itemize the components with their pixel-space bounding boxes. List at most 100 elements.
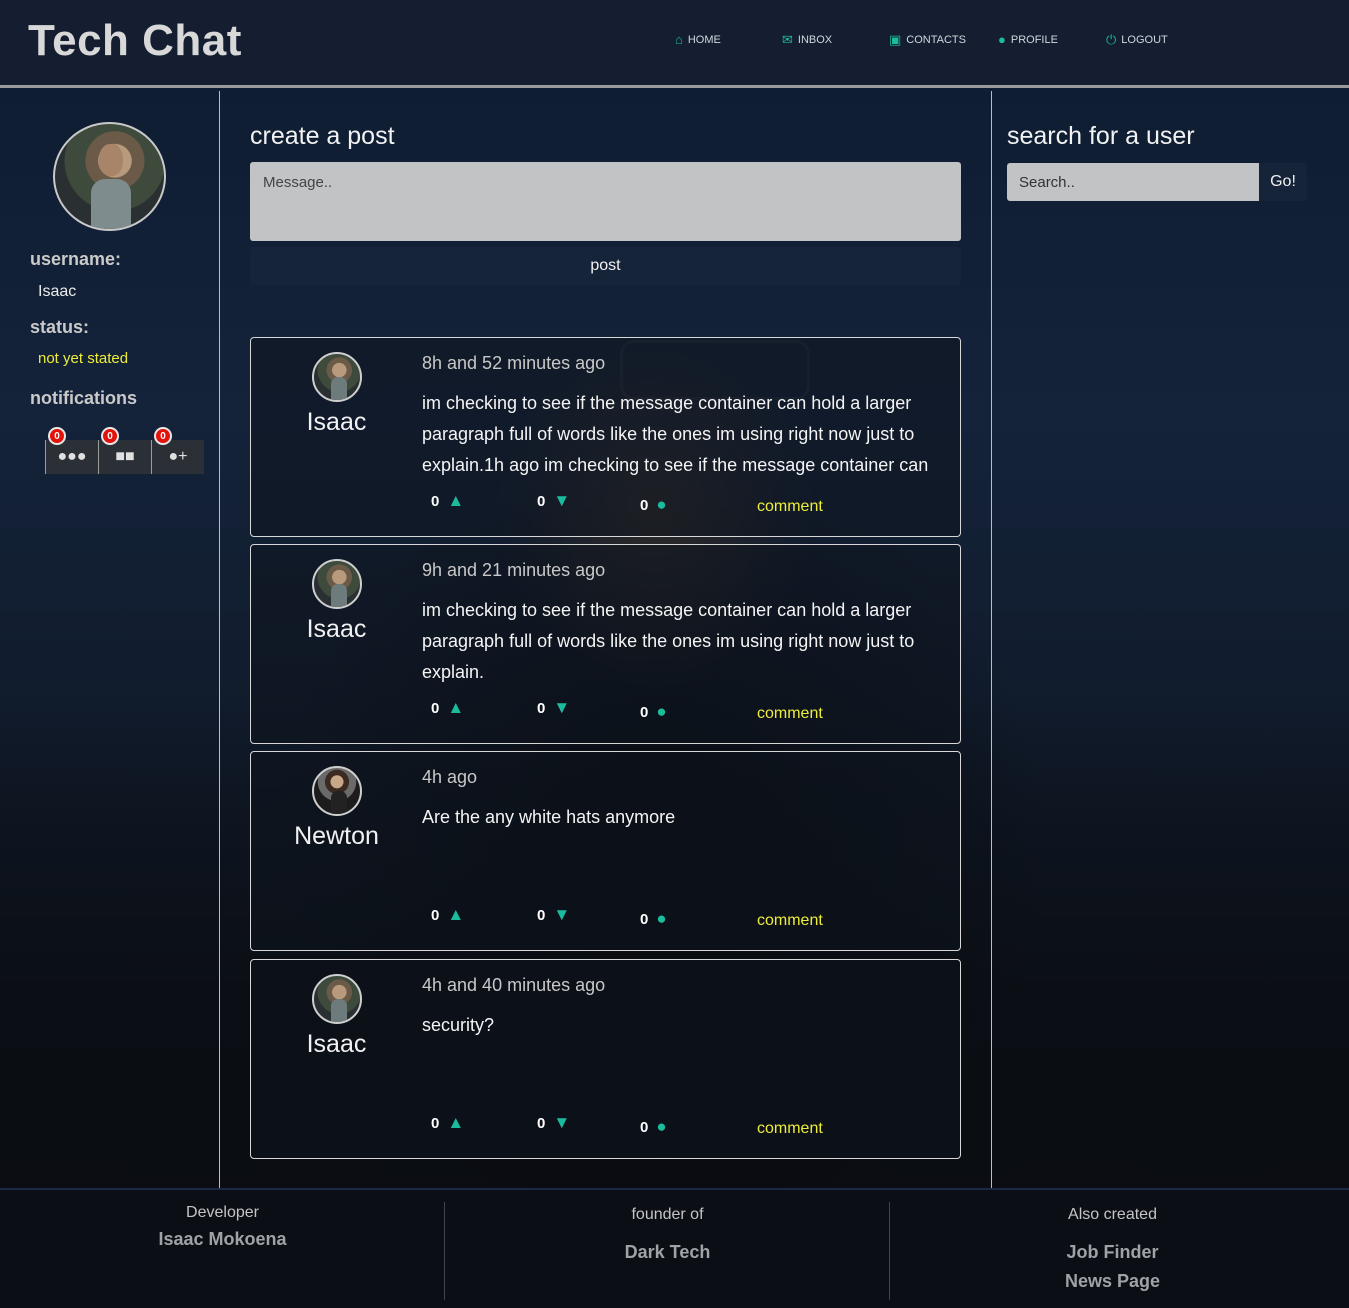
- username-label: username:: [30, 249, 122, 269]
- comment-link[interactable]: comment: [757, 1120, 823, 1138]
- envelope-icon: ✉: [782, 32, 793, 47]
- dislike-button[interactable]: 0 ▼: [537, 491, 570, 511]
- dislike-count: 0: [537, 699, 546, 717]
- comment-bubble-icon: ●: [656, 1117, 667, 1136]
- post-author-avatar[interactable]: [312, 352, 362, 402]
- footer-developer: Developer Isaac Mokoena: [0, 1190, 445, 1308]
- status-label: status:: [30, 317, 90, 337]
- comments-count-button[interactable]: 0 ●: [640, 495, 667, 515]
- avatar-figure-shape: [331, 999, 347, 1022]
- like-count: 0: [431, 1114, 440, 1132]
- post-author-name[interactable]: Newton: [251, 822, 422, 851]
- left-column-divider: [219, 91, 220, 1188]
- post-card: Newton 4h ago Are the any white hats any…: [250, 751, 961, 951]
- comment-icon: ●●●: [57, 448, 87, 465]
- post-author-name[interactable]: Isaac: [251, 408, 422, 437]
- post-author-name[interactable]: Isaac: [251, 615, 422, 644]
- footer-developer-heading: Developer: [186, 1204, 259, 1221]
- search-go-button[interactable]: Go!: [1259, 163, 1307, 201]
- post-button[interactable]: post: [250, 247, 961, 285]
- dislike-count: 0: [537, 906, 546, 924]
- comments-icon: ■■: [115, 448, 135, 465]
- like-count: 0: [431, 906, 440, 924]
- dislike-count: 0: [537, 492, 546, 510]
- like-button[interactable]: 0 ▲: [431, 905, 464, 925]
- comments-count-button[interactable]: 0 ●: [640, 1117, 667, 1137]
- footer-job-finder-link[interactable]: Job Finder: [890, 1242, 1335, 1263]
- nav-inbox[interactable]: ✉ INBOX: [782, 33, 832, 46]
- comment-link[interactable]: comment: [757, 912, 823, 930]
- nav-home[interactable]: ⌂ HOME: [675, 33, 721, 46]
- avatar-figure-shape: [331, 584, 347, 607]
- thumbs-down-icon: ▼: [553, 1113, 571, 1132]
- thumbs-down-icon: ▼: [553, 698, 571, 717]
- comment-link[interactable]: comment: [757, 705, 823, 723]
- comments-count-button[interactable]: 0 ●: [640, 909, 667, 929]
- post-author-avatar[interactable]: [312, 766, 362, 816]
- notification-buttons: 0 ●●● 0 ■■ 0 ●+: [45, 427, 204, 474]
- user-plus-icon: ●+: [168, 448, 188, 465]
- power-icon: ⏻: [1106, 32, 1117, 47]
- like-button[interactable]: 0 ▲: [431, 1113, 464, 1133]
- avatar-figure-shape: [331, 377, 347, 400]
- footer-projects-heading: Also created: [1068, 1206, 1157, 1223]
- comment-bubble-icon: ●: [656, 495, 667, 514]
- create-post-title: create a post: [250, 122, 395, 150]
- post-author-name[interactable]: Isaac: [251, 1030, 422, 1059]
- footer-news-page-link[interactable]: News Page: [890, 1271, 1335, 1292]
- message-notifications-button[interactable]: 0 ●●●: [45, 427, 98, 474]
- comment-count: 0: [640, 910, 649, 928]
- post-author-avatar[interactable]: [312, 559, 362, 609]
- right-column-divider: [991, 91, 992, 1188]
- post-message: im checking to see if the message contai…: [422, 600, 915, 682]
- nav-contacts-label: CONTACTS: [906, 33, 966, 46]
- status-value: not yet stated: [38, 350, 129, 367]
- thumbs-down-icon: ▼: [553, 905, 571, 924]
- dislike-count: 0: [537, 1114, 546, 1132]
- like-button[interactable]: 0 ▲: [431, 698, 464, 718]
- avatar-figure-shape: [331, 791, 347, 814]
- like-count: 0: [431, 492, 440, 510]
- post-timestamp: 8h and 52 minutes ago: [422, 353, 606, 373]
- avatar-torso-shape: [91, 179, 131, 229]
- comment-bubble-icon: ●: [656, 909, 667, 928]
- footer-company-link[interactable]: Dark Tech: [445, 1242, 890, 1263]
- dislike-button[interactable]: 0 ▼: [537, 905, 570, 925]
- comment-link[interactable]: comment: [757, 498, 823, 516]
- address-book-icon: ▣: [889, 32, 902, 47]
- post-message: Are the any white hats anymore: [422, 807, 676, 827]
- like-button[interactable]: 0 ▲: [431, 491, 464, 511]
- post-card: Isaac 4h and 40 minutes ago security? 0 …: [250, 959, 961, 1159]
- comment-count: 0: [640, 496, 649, 514]
- message-input[interactable]: [250, 162, 961, 241]
- post-timestamp: 4h and 40 minutes ago: [422, 975, 606, 995]
- post-author-avatar[interactable]: [312, 974, 362, 1024]
- comments-count-button[interactable]: 0 ●: [640, 702, 667, 722]
- dislike-button[interactable]: 0 ▼: [537, 698, 570, 718]
- thumbs-up-icon: ▲: [447, 905, 465, 924]
- post-card: Isaac 8h and 52 minutes ago im checking …: [250, 337, 961, 537]
- user-icon: ●: [998, 32, 1006, 47]
- profile-avatar[interactable]: [53, 122, 166, 231]
- brand-title[interactable]: Tech Chat: [28, 16, 242, 66]
- nav-logout-label: LOGOUT: [1121, 33, 1168, 46]
- footer-founder: founder of Dark Tech: [445, 1190, 890, 1308]
- avatar-head-shape: [99, 144, 123, 176]
- post-card: Isaac 9h and 21 minutes ago im checking …: [250, 544, 961, 744]
- like-count: 0: [431, 699, 440, 717]
- nav-home-label: HOME: [687, 33, 721, 46]
- chat-notifications-button[interactable]: 0 ■■: [98, 427, 151, 474]
- user-search-input[interactable]: [1007, 163, 1259, 201]
- footer-projects: Also created Job Finder News Page: [890, 1190, 1335, 1308]
- nav-contacts[interactable]: ▣ CONTACTS: [889, 33, 966, 46]
- friend-request-count-badge: 0: [154, 427, 172, 445]
- chat-count-badge: 0: [101, 427, 119, 445]
- dislike-button[interactable]: 0 ▼: [537, 1113, 570, 1133]
- friend-request-notifications-button[interactable]: 0 ●+: [151, 427, 204, 474]
- footer-developer-name: Isaac Mokoena: [158, 1229, 287, 1249]
- comment-bubble-icon: ●: [656, 702, 667, 721]
- nav-profile[interactable]: ● PROFILE: [998, 33, 1058, 46]
- home-icon: ⌂: [675, 32, 683, 47]
- comment-count: 0: [640, 703, 649, 721]
- nav-logout[interactable]: ⏻ LOGOUT: [1106, 33, 1168, 46]
